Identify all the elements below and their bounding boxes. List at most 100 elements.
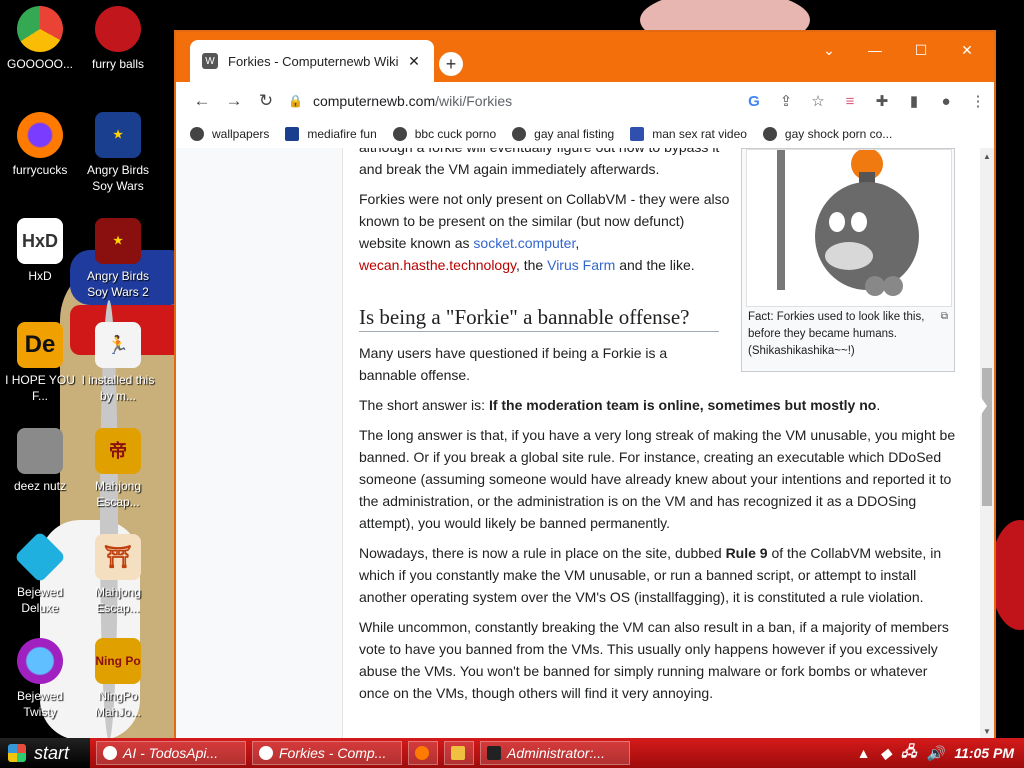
desktop-icon-label: GOOOOO... (6, 57, 73, 71)
desktop-icon-furrycucks[interactable]: furrycucks (0, 112, 80, 178)
reload-button[interactable]: ↻ (250, 91, 282, 111)
extensions-puzzle-icon[interactable]: ✚ (866, 92, 898, 110)
profile-avatar-icon[interactable]: ● (930, 93, 962, 110)
tab-search-chevron-icon[interactable]: ⌄ (814, 42, 844, 59)
bookmark-item[interactable]: bbc cuck porno (392, 127, 497, 141)
start-button[interactable]: start (0, 738, 90, 768)
link-wecan-hasthe-technology[interactable]: wecan.hasthe.technology (359, 257, 516, 273)
bookmark-item[interactable]: wallpapers (190, 127, 269, 141)
bookmark-item[interactable]: gay shock porn co... (762, 127, 893, 141)
bookmark-label: man sex rat video (652, 127, 747, 141)
new-tab-button[interactable]: + (439, 52, 463, 76)
bookmark-item[interactable]: man sex rat video (630, 127, 747, 141)
network-icon[interactable]: 🖧 (901, 741, 917, 765)
desktop-icon-angry-birds[interactable]: ★ Angry Birds Soy Wars (78, 112, 158, 194)
desktop-icon-gooooo[interactable]: GOOOOO... (0, 6, 80, 72)
paragraph: Many users have questioned if being a Fo… (359, 345, 668, 383)
angry-birds-icon: ★ (95, 112, 141, 158)
taskbar-item-explorer[interactable] (444, 741, 474, 765)
paragraph: although a forkie will eventually figure… (359, 148, 719, 177)
page-viewport[interactable]: ⧉ Fact: Forkies used to look like this, … (176, 148, 994, 738)
clock[interactable]: 11:05 PM (954, 745, 1014, 761)
desktop-icon-label: NingPo MahJo... (94, 689, 142, 719)
vertical-scrollbar[interactable]: ▲ ▼ (980, 148, 994, 738)
address-bar[interactable]: 🔒 computernewb.com/wiki/Forkies (282, 86, 738, 116)
bookmark-item[interactable]: mediafire fun (285, 127, 377, 141)
desktop-icon-mahjong-1[interactable]: 帝 Mahjong Escap... (78, 428, 158, 510)
desktop-icon-hxd[interactable]: HxD HxD (0, 218, 80, 284)
desktop-icon-mahjong-2[interactable]: ⛩ Mahjong Escap... (78, 534, 158, 616)
runner-icon: 🏃 (95, 322, 141, 368)
taskbar-item-administrator[interactable]: Administrator:... (480, 741, 630, 765)
desktop-icon-deez-nutz[interactable]: deez nutz (0, 428, 80, 494)
taskbar-item-forkies[interactable]: Forkies - Comp... (252, 741, 402, 765)
bold-text: If the moderation team is online, someti… (488, 397, 877, 413)
desktop-icon-label: Bejewed Twisty (16, 689, 64, 719)
desktop-icon-installed[interactable]: 🏃 I installed this by m... (78, 322, 158, 404)
bold-text: Rule 9 (725, 545, 768, 561)
gear-icon (762, 127, 777, 141)
taskbar-item-label: AI - TodosApi... (123, 745, 219, 761)
share-icon[interactable]: ⇪ (770, 92, 802, 110)
forward-button[interactable]: → (218, 91, 250, 111)
paragraph: Nowadays, there is now a rule in place o… (359, 542, 959, 608)
back-button[interactable]: ← (186, 91, 218, 111)
gem-icon (13, 530, 67, 584)
section-heading: Is being a "Forkie" a bannable offense? (359, 306, 719, 332)
desktop-icon-label: Mahjong Escap... (94, 585, 142, 615)
desktop-icon-furry-balls[interactable]: furry balls (78, 6, 158, 72)
bookmark-label: mediafire fun (307, 127, 377, 141)
side-panel-icon[interactable]: ▮ (898, 92, 930, 110)
de-icon: De (17, 322, 63, 368)
article-content: although a forkie will eventually figure… (359, 148, 959, 712)
title-bar: W Forkies - Computernewb Wiki ✕ + ⌄ — ☐ … (176, 32, 994, 82)
close-tab-icon[interactable]: ✕ (404, 53, 424, 70)
volume-icon[interactable]: 🔊 (927, 745, 944, 762)
torii-icon: ⛩ (95, 534, 141, 580)
extension-flag-icon[interactable]: ≡ (834, 93, 866, 110)
desktop-icon-label: deez nutz (13, 479, 67, 493)
desktop-icon-bejeweled-deluxe[interactable]: Bejewed Deluxe (0, 530, 80, 616)
tab-forkies[interactable]: W Forkies - Computernewb Wiki ✕ (190, 40, 434, 82)
firefox-icon (415, 746, 429, 760)
link-virus-farm[interactable]: Virus Farm (547, 257, 615, 273)
tray-app-icon[interactable]: ◆ (880, 745, 891, 762)
close-window-button[interactable]: ✕ (952, 42, 982, 59)
link-socket-computer[interactable]: socket.computer (473, 235, 575, 251)
scroll-up-arrow-icon[interactable]: ▲ (980, 152, 994, 161)
chrome-icon (103, 746, 117, 760)
taskbar-item-label: Administrator:... (507, 745, 606, 761)
start-label: start (34, 742, 70, 763)
scroll-down-arrow-icon[interactable]: ▼ (980, 727, 994, 736)
text: The short answer is: (359, 397, 489, 413)
maximize-button[interactable]: ☐ (906, 42, 936, 59)
url-host: computernewb.com (312, 93, 436, 109)
desktop-icon-bejeweled-twist[interactable]: Bejewed Twisty (0, 638, 80, 720)
desktop-icon-i-hope[interactable]: De I HOPE YOU F... (0, 322, 80, 404)
taskbar-item-firefox[interactable] (408, 741, 438, 765)
bookmark-label: bbc cuck porno (414, 127, 497, 141)
scrollbar-thumb[interactable] (982, 368, 992, 506)
url-path: /wiki/Forkies (435, 93, 513, 109)
desktop-icon-label: HxD (28, 269, 52, 283)
cmd-icon (487, 746, 501, 760)
desktop-icon-ningpo[interactable]: Ning Po NingPo MahJo... (78, 638, 158, 720)
menu-kebab-icon[interactable]: ⋮ (962, 92, 994, 110)
bookmark-item[interactable]: gay anal fisting (512, 127, 614, 141)
bookmark-label: gay shock porn co... (784, 127, 893, 141)
taskbar-item-todosapi[interactable]: AI - TodosApi... (96, 741, 246, 765)
windows-flag-icon (8, 744, 26, 762)
windows-stack-icon (17, 428, 63, 474)
mouse-cursor-icon (980, 396, 987, 416)
paragraph: The long answer is that, if you have a v… (359, 427, 956, 531)
desktop-icon-label: Mahjong Escap... (94, 479, 142, 509)
minimize-button[interactable]: — (860, 42, 890, 58)
globe-icon (392, 127, 407, 141)
desktop-icon-angry-birds-2[interactable]: ★ Angry Birds Soy Wars 2 (78, 218, 158, 300)
tray-expand-icon[interactable]: ▲ (857, 745, 871, 761)
firefox-icon (17, 112, 63, 158)
paragraph: While uncommon, constantly breaking the … (359, 619, 949, 701)
google-icon[interactable]: G (738, 93, 770, 110)
bookmarks-bar: wallpapers mediafire fun bbc cuck porno … (176, 120, 994, 149)
bookmark-star-icon[interactable]: ☆ (802, 92, 834, 110)
